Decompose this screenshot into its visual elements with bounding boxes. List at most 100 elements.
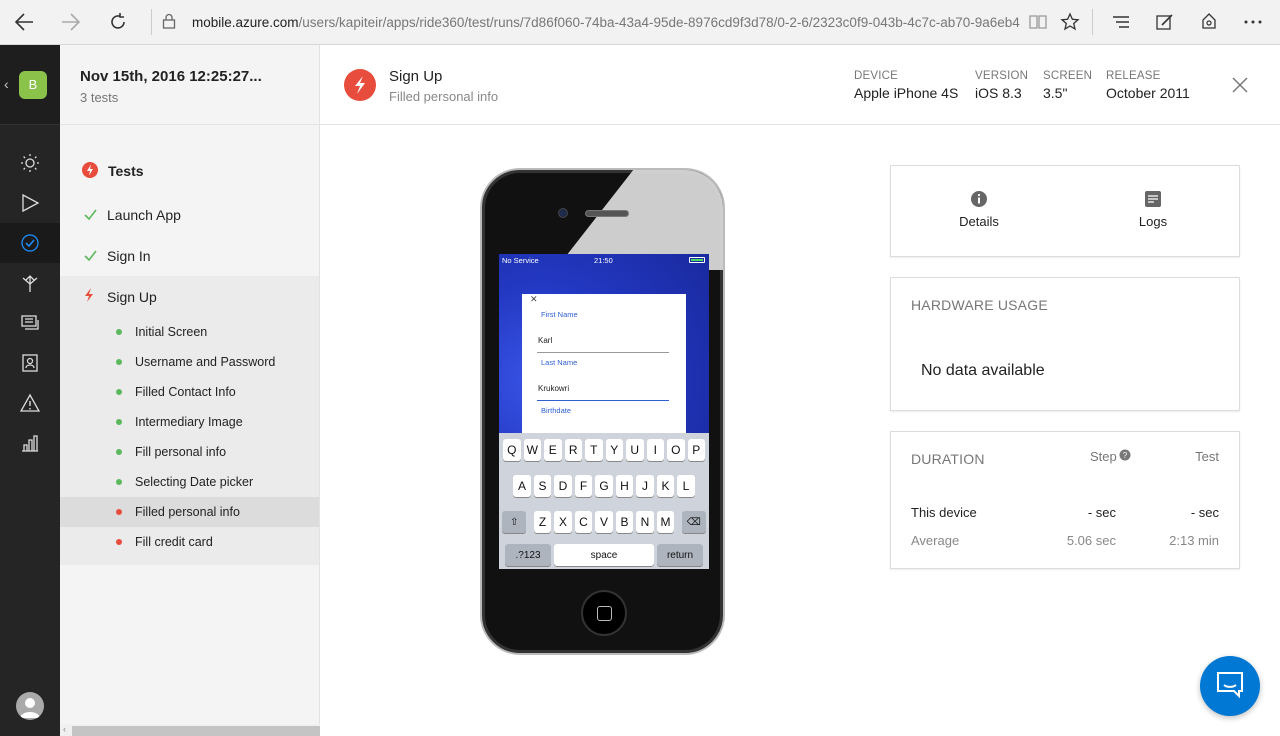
test-item-sign-up[interactable]: Sign Up	[60, 276, 319, 317]
pass-dot-icon	[116, 479, 122, 485]
keyboard-key: O	[667, 439, 685, 461]
tests-heading: Tests	[60, 148, 319, 194]
device-frame: No Service 21:50 ✕ First Name Karl Last …	[480, 168, 725, 655]
web-note-icon[interactable]	[1143, 12, 1187, 32]
keyboard-row-4: .?123 space return	[499, 544, 709, 566]
back-button[interactable]	[0, 0, 47, 45]
hub-icon[interactable]	[1099, 14, 1143, 30]
chat-button[interactable]	[1200, 656, 1260, 716]
app-badge[interactable]: B	[19, 70, 47, 99]
pass-dot-icon	[116, 359, 122, 365]
keyboard-key: L	[677, 475, 695, 497]
lock-icon	[162, 13, 176, 32]
help-icon[interactable]: ?	[1119, 449, 1131, 464]
screen-label: SCREEN	[1043, 70, 1093, 82]
address-bar[interactable]: mobile.azure.com/users/kapiteir/apps/rid…	[152, 0, 1022, 45]
failure-bolt-icon	[84, 288, 107, 305]
step-title: Sign Up	[389, 68, 443, 85]
step-item[interactable]: Selecting Date picker	[60, 467, 319, 497]
keyboard-key: U	[626, 439, 644, 461]
logs-icon	[1144, 190, 1162, 208]
step-item[interactable]: Fill credit card	[60, 527, 319, 557]
step-item-current[interactable]: Filled personal info	[60, 497, 319, 527]
test-item-launch-app[interactable]: Launch App	[60, 194, 319, 235]
keyboard-key: Z	[533, 511, 552, 533]
last-name-value: Krukowri	[538, 384, 570, 393]
keyboard-key: T	[585, 439, 603, 461]
scroll-left-arrow-icon[interactable]: ‹	[63, 724, 66, 734]
share-icon[interactable]	[1187, 12, 1231, 32]
logs-tab[interactable]: Logs	[1113, 190, 1193, 229]
step-list: Initial Screen Username and Password Fil…	[60, 317, 319, 565]
build-icon[interactable]	[0, 183, 60, 223]
distribute-icon[interactable]	[0, 263, 60, 303]
test-item-label: Launch App	[107, 206, 181, 223]
keyboard-key: M	[656, 511, 675, 533]
step-column-label: Step	[1090, 449, 1117, 464]
keyboard-key: N	[636, 511, 654, 533]
step-label: Selecting Date picker	[135, 475, 254, 489]
step-item[interactable]: Filled Contact Info	[60, 377, 319, 407]
scrollbar-thumb[interactable]	[72, 726, 320, 736]
close-icon[interactable]	[1230, 75, 1250, 95]
step-item[interactable]: Intermediary Image	[60, 407, 319, 437]
keyboard-row-2: ASDFGHJKL	[499, 475, 709, 497]
keyboard-key: X	[554, 511, 572, 533]
keyboard-key: A	[513, 475, 531, 497]
keyboard-key: C	[574, 511, 593, 533]
step-label: Username and Password	[135, 355, 276, 369]
info-icon	[970, 190, 988, 208]
horizontal-scrollbar[interactable]: ‹	[60, 724, 320, 736]
screen-meta: SCREEN 3.5"	[1043, 70, 1092, 101]
reading-view-icon[interactable]	[1022, 14, 1054, 30]
first-name-value: Karl	[538, 336, 553, 345]
details-logs-card: Details Logs	[890, 165, 1240, 257]
test-item-sign-in[interactable]: Sign In	[60, 235, 319, 276]
forward-button[interactable]	[47, 0, 94, 45]
analytics-users-icon[interactable]	[0, 343, 60, 383]
refresh-button[interactable]	[94, 0, 141, 45]
step-label: Intermediary Image	[135, 415, 243, 429]
device-label: DEVICE	[854, 70, 899, 82]
step-item[interactable]: Username and Password	[60, 347, 319, 377]
keyboard-key: I	[646, 439, 664, 461]
device-screenshot: No Service 21:50 ✕ First Name Karl Last …	[499, 254, 709, 569]
favorite-star-icon[interactable]	[1054, 12, 1086, 32]
run-title: Nov 15th, 2016 12:25:27...	[80, 68, 262, 85]
analytics-chart-icon[interactable]	[0, 423, 60, 463]
warning-icon[interactable]	[0, 383, 60, 423]
this-device-test-value: - sec	[1190, 505, 1219, 520]
crashes-icon[interactable]	[0, 303, 60, 343]
numbers-key: .?123	[505, 544, 551, 566]
details-tab[interactable]: Details	[939, 190, 1019, 229]
carrier-text: No Service	[502, 256, 539, 265]
pass-dot-icon	[116, 329, 122, 335]
user-avatar[interactable]	[16, 692, 44, 720]
keyboard-key: E	[544, 439, 562, 461]
keyboard-key: V	[595, 511, 613, 533]
svg-text:?: ?	[1123, 451, 1128, 460]
keyboard-key: S	[533, 475, 552, 497]
step-item[interactable]: Initial Screen	[60, 317, 319, 347]
run-header: Nov 15th, 2016 12:25:27... 3 tests	[60, 45, 319, 125]
logs-tab-label: Logs	[1138, 214, 1168, 229]
keyboard-key: W	[523, 439, 541, 461]
release-meta: RELEASE October 2011	[1106, 70, 1190, 101]
duration-card: DURATION Step ? Test This device - sec -…	[890, 431, 1240, 569]
getting-started-icon[interactable]	[0, 143, 60, 183]
space-key: space	[554, 544, 654, 566]
more-options-icon[interactable]	[1231, 19, 1275, 25]
test-icon[interactable]	[0, 223, 60, 263]
step-subtitle: Filled personal info	[389, 89, 499, 104]
step-column-header: Step ?	[1090, 449, 1131, 464]
app-switcher[interactable]: ‹ B	[0, 45, 60, 125]
average-label: Average	[911, 533, 960, 548]
device-value: Apple iPhone 4S	[854, 85, 959, 101]
release-label: RELEASE	[1106, 70, 1161, 82]
ios-status-bar: No Service 21:50	[499, 254, 709, 267]
check-icon	[84, 248, 107, 264]
step-label: Filled personal info	[135, 505, 240, 519]
keyboard-key: J	[636, 475, 654, 497]
step-item[interactable]: Fill personal info	[60, 437, 319, 467]
chevron-left-icon[interactable]: ‹	[4, 76, 9, 92]
